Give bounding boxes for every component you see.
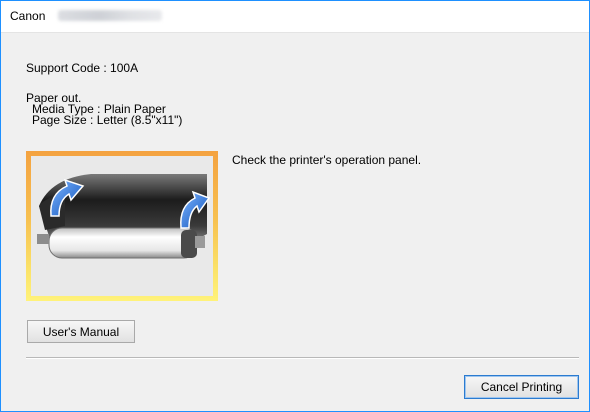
cancel-printing-button[interactable]: Cancel Printing: [464, 375, 579, 399]
printer-status-dialog: Canon Support Code : 100A Paper out. Med…: [0, 0, 590, 412]
users-manual-button[interactable]: User's Manual: [27, 320, 135, 343]
instruction-text: Check the printer's operation panel.: [232, 153, 422, 167]
paper-roll-icon: [37, 174, 211, 259]
redacted-printer-name: [58, 10, 162, 21]
illustration-background: [31, 156, 213, 296]
separator: [26, 357, 579, 359]
paper-roll-illustration: [26, 151, 218, 301]
window-title: Canon: [10, 9, 46, 23]
title-bar[interactable]: Canon: [1, 1, 589, 33]
support-code-label: Support Code : 100A: [26, 61, 139, 75]
page-size-label: Page Size : Letter (8.5"x11"): [32, 113, 183, 127]
